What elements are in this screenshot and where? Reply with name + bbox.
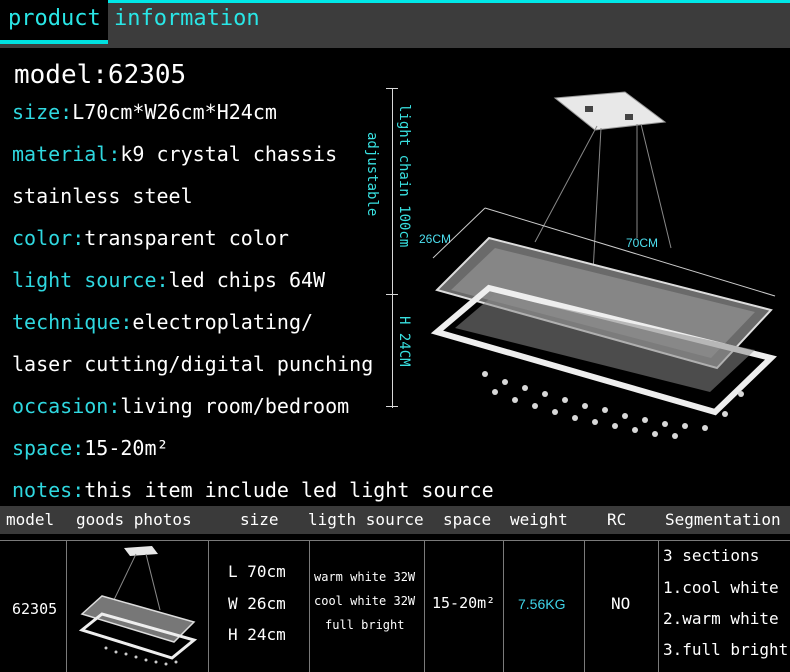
cell-seg-count: 3 sections [663,546,760,565]
col-header-photos: goods photos [76,510,192,529]
cell-light-warm: warm white 32W [314,570,416,584]
chain-length-label: light chain 100cm [396,104,412,248]
dimension-line-vertical [392,88,393,408]
spec-material-cont: stainless steel [12,184,193,208]
col-header-weight: weight [510,510,568,529]
col-divider [208,540,209,672]
height-label: H 24CM [396,316,412,367]
col-divider [658,540,659,672]
spec-value: 15-20m² [84,436,169,460]
dimension-tick-top [386,88,398,89]
col-header-light-source: ligth source [308,510,424,529]
col-header-segmentation: Segmentation [665,510,781,529]
dimension-tick-mid [386,294,398,295]
spec-key: notes: [12,478,85,502]
col-divider [584,540,585,672]
spec-color: color:transparent color [12,226,289,250]
col-header-rc: RC [607,510,627,529]
header-tab-underline [0,40,108,44]
spec-value: laser cutting/digital punching [12,352,374,376]
col-header-size: size [240,510,279,529]
cell-seg-warm: 2.warm white [663,609,779,628]
spec-value: k9 crystal chassis [120,142,338,166]
header-accent-line [0,0,790,3]
spec-value: this item include led light source [84,478,494,502]
cell-space: 15-20m² [432,594,496,612]
page-title: product information [8,6,260,31]
table-header-row: model goods photos size ligth source spa… [0,506,790,534]
row-divider [0,540,790,541]
spec-key: size: [12,100,73,124]
product-thumbnail [78,546,198,666]
col-divider [309,540,310,672]
spec-key: technique: [12,310,133,334]
cell-seg-cool: 1.cool white [663,578,779,597]
cell-size-width: W 26cm [228,594,286,613]
spec-key: material: [12,142,121,166]
spec-key: space: [12,436,85,460]
spec-key: occasion: [12,394,121,418]
col-divider [424,540,425,672]
model-heading: model:62305 [14,60,187,90]
cell-light-full: full bright [325,618,405,632]
spec-value: stainless steel [12,184,193,208]
cell-size-height: H 24cm [228,625,286,644]
spec-notes: notes:this item include led light source [12,478,494,502]
col-header-model: model [6,510,55,529]
col-header-space: space [443,510,492,529]
spec-value: electroplating/ [132,310,314,334]
spec-value: transparent color [84,226,289,250]
dimension-tick-bottom [386,406,398,407]
spec-value: living room/bedroom [120,394,350,418]
spec-size: size:L70cm*W26cm*H24cm [12,100,277,124]
spec-occasion: occasion:living room/bedroom [12,394,349,418]
spec-table: model goods photos size ligth source spa… [0,506,790,672]
spec-material: material:k9 crystal chassis [12,142,337,166]
spec-value: led chips 64W [168,268,326,292]
spec-technique: technique:electroplating/ [12,310,313,334]
cell-size-length: L 70cm [228,562,286,581]
spec-key: color: [12,226,85,250]
col-divider [503,540,504,672]
spec-key: light source: [12,268,169,292]
cell-weight: 7.56KG [518,596,566,612]
spec-light-source: light source:led chips 64W [12,268,325,292]
spec-value: L70cm*W26cm*H24cm [72,100,277,124]
cell-model: 62305 [12,600,58,618]
chandelier-photo [430,91,777,439]
header-bar: product information [0,0,790,48]
spec-space: space:15-20m² [12,436,169,460]
cell-rc: NO [611,594,631,613]
cell-seg-full: 3.full bright [663,640,789,659]
spec-technique-cont: laser cutting/digital punching [12,352,373,376]
cell-light-cool: cool white 32W [314,594,416,608]
adjustable-label: adjustable [364,132,380,217]
col-divider [66,540,67,672]
